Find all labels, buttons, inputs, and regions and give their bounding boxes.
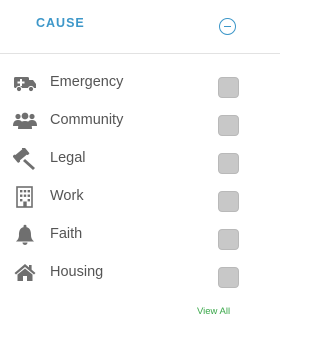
- cause-checkbox[interactable]: [218, 153, 239, 174]
- cause-list: Emergency Community Legal Work Faith Hou…: [0, 64, 280, 292]
- gavel-icon: [13, 148, 37, 170]
- cause-item-faith[interactable]: Faith: [0, 216, 280, 254]
- bell-icon: [13, 224, 37, 246]
- collapse-button[interactable]: [219, 18, 236, 35]
- people-icon: [13, 110, 37, 132]
- cause-label: Legal: [50, 150, 86, 166]
- cause-item-housing[interactable]: Housing: [0, 254, 280, 292]
- panel-title: CAUSE: [36, 16, 85, 30]
- cause-checkbox[interactable]: [218, 77, 239, 98]
- cause-checkbox[interactable]: [218, 115, 239, 136]
- cause-item-legal[interactable]: Legal: [0, 140, 280, 178]
- minus-icon: [223, 25, 231, 27]
- view-all-link[interactable]: View All: [197, 306, 230, 317]
- cause-label: Community: [50, 112, 124, 128]
- cause-item-community[interactable]: Community: [0, 102, 280, 140]
- cause-checkbox[interactable]: [218, 229, 239, 250]
- cause-item-work[interactable]: Work: [0, 178, 280, 216]
- cause-label: Emergency: [50, 74, 124, 90]
- ambulance-icon: [13, 72, 37, 94]
- cause-checkbox[interactable]: [218, 191, 239, 212]
- cause-label: Work: [50, 188, 84, 204]
- office-building-icon: [13, 186, 37, 208]
- cause-label: Faith: [50, 226, 83, 242]
- home-icon: [13, 262, 37, 284]
- panel-header: CAUSE: [0, 0, 280, 54]
- cause-checkbox[interactable]: [218, 267, 239, 288]
- cause-filter-panel: CAUSE Emergency Community Legal Work Fai…: [0, 0, 280, 345]
- cause-label: Housing: [50, 264, 104, 280]
- cause-item-emergency[interactable]: Emergency: [0, 64, 280, 102]
